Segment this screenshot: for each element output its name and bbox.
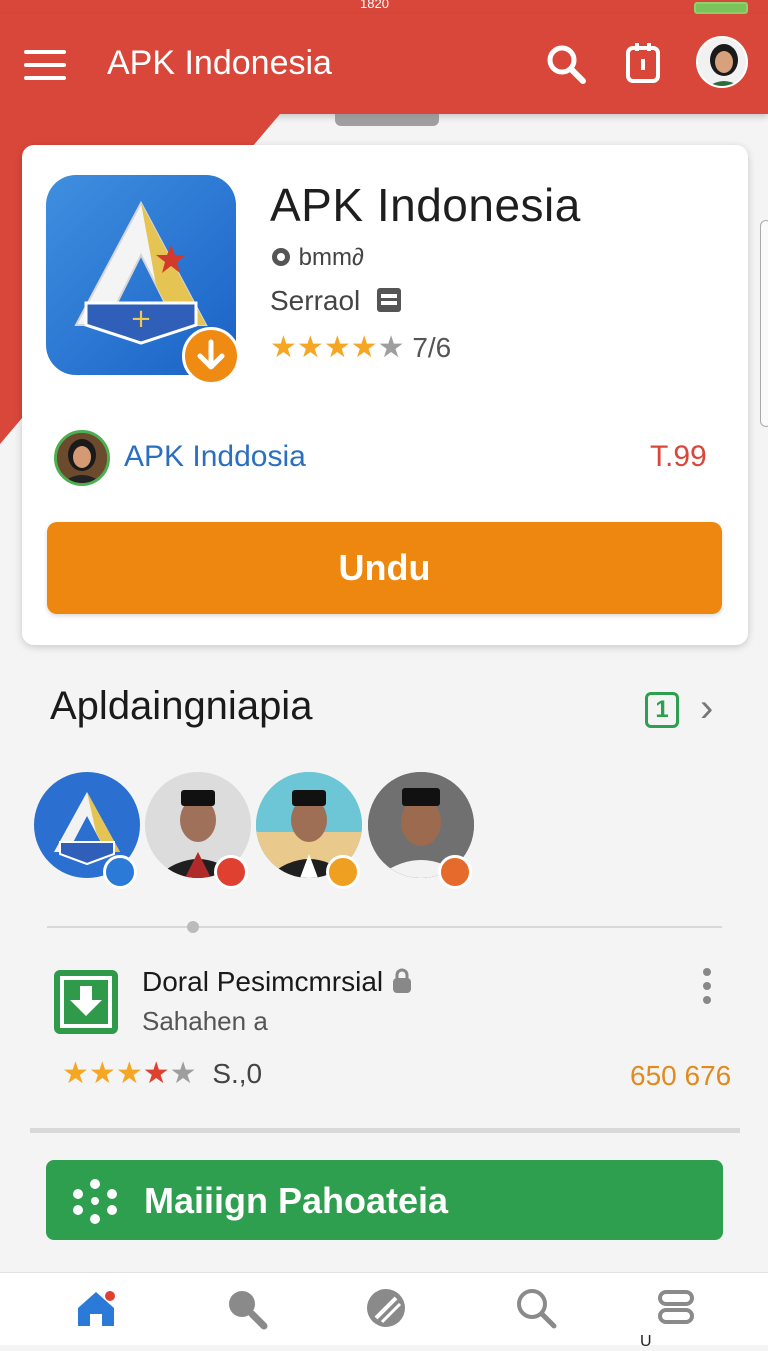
carousel-track [47, 926, 722, 928]
nav-find[interactable] [506, 1286, 566, 1336]
list-item-rating: ★★★★★ S.,0 [62, 1058, 262, 1090]
star-icon: ★ [323, 331, 351, 364]
orange-badge-icon [438, 855, 472, 889]
side-scrollbar[interactable] [760, 220, 768, 427]
price-label: T.99 [650, 440, 707, 473]
developer-name: bmm∂ [298, 244, 364, 271]
star-empty-icon: ★ [169, 1057, 197, 1090]
section-count-badge[interactable]: 1 [645, 692, 679, 728]
download-box-icon [54, 970, 118, 1034]
hamburger-icon[interactable] [24, 50, 66, 80]
magnifier-icon [224, 1286, 268, 1336]
category-label: Serraol [270, 285, 361, 316]
list-item-subtitle: Sahahen a [142, 1006, 268, 1036]
download-button[interactable]: Undu [47, 522, 722, 614]
storage-icon [376, 287, 402, 313]
list-item-title[interactable]: Doral Pesimcmrsial [142, 966, 413, 998]
nav-home[interactable] [66, 1286, 126, 1336]
nav-library[interactable] [646, 1286, 706, 1336]
star-icon: ★ [115, 1057, 143, 1090]
star-icon: ★ [88, 1057, 116, 1090]
rating-value: 7/6 [412, 332, 452, 363]
nav-search[interactable] [216, 1286, 276, 1336]
app-bar-title: APK Indonesia [107, 44, 332, 82]
star-icon: ★ [296, 331, 324, 364]
promo-label: Maiiign Pahoateia [144, 1180, 449, 1221]
publisher-name[interactable]: APK Inddosia [124, 440, 306, 474]
nav-explore[interactable] [356, 1286, 416, 1336]
star-icon: ★ [350, 331, 378, 364]
star-icon: ★ [62, 1057, 89, 1090]
status-bar: 1820 [0, 0, 768, 14]
compass-icon [364, 1286, 408, 1336]
profile-avatar[interactable] [696, 36, 748, 88]
nav-library-label: U [640, 1333, 652, 1350]
verified-star-icon [103, 855, 137, 889]
app-rating: ★★★★★ 7/6 [270, 332, 451, 364]
search-icon[interactable] [546, 44, 586, 84]
category-line: Serraol [270, 285, 402, 317]
status-clock: 1820 [360, 0, 389, 11]
download-count: 650 676 [630, 1060, 732, 1091]
svg-text:+: + [130, 304, 152, 334]
check-badge-icon [326, 855, 360, 889]
home-icon [74, 1286, 118, 1336]
divider [30, 1128, 740, 1133]
battery-icon [694, 2, 748, 14]
publisher-avatar[interactable] [54, 430, 110, 486]
chevron-right-icon[interactable]: › [700, 686, 713, 731]
list-item-rating-value: S.,0 [212, 1058, 263, 1089]
lock-icon [391, 968, 413, 994]
stack-icon [654, 1286, 698, 1336]
drag-handle[interactable] [335, 114, 439, 126]
app-bar: APK Indonesia [0, 14, 768, 114]
star-empty-icon: ★ [377, 331, 405, 364]
star-red-icon: ★ [142, 1057, 170, 1090]
more-vertical-icon[interactable] [700, 966, 714, 1006]
section-title: Apldaingniapia [50, 684, 313, 728]
calendar-icon[interactable] [625, 42, 661, 84]
promo-button[interactable]: Maiiign Pahoateia [46, 1160, 723, 1240]
developer-line[interactable]: bmm∂ [270, 244, 364, 272]
app-title: APK Indonesia [270, 179, 581, 231]
globe-icon [270, 246, 292, 268]
red-badge-icon [214, 855, 248, 889]
list-item-title-text: Doral Pesimcmrsial [142, 966, 384, 997]
star-icon: ★ [270, 331, 297, 364]
network-icon [72, 1178, 118, 1224]
carousel-indicator[interactable] [187, 921, 199, 933]
search-outline-icon [514, 1286, 558, 1336]
download-arrow-icon[interactable] [182, 327, 240, 385]
